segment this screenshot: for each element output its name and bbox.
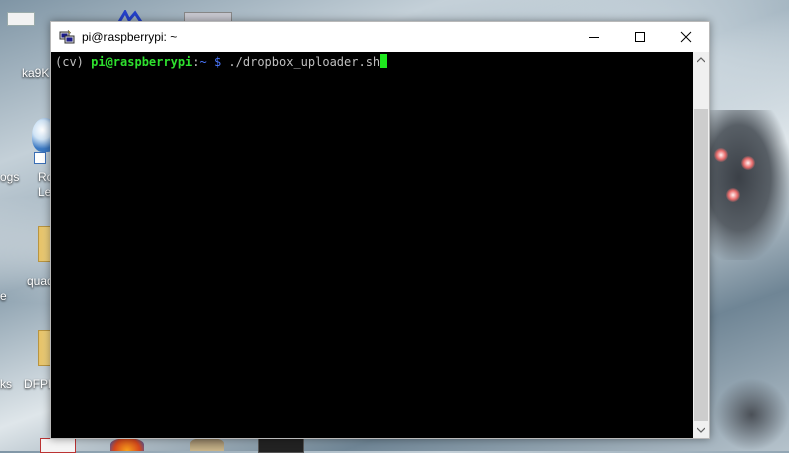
close-icon — [680, 31, 692, 43]
ship-light — [741, 156, 755, 170]
scrollbar-thumb[interactable] — [694, 109, 708, 421]
desktop-label[interactable]: ka9K — [22, 66, 49, 80]
firefox-icon[interactable] — [110, 438, 144, 451]
prompt-line: (cv) pi@raspberrypi:~ $ ./dropbox_upload… — [55, 54, 388, 70]
wallpaper-ship-lower — [714, 378, 789, 451]
gimp-icon[interactable] — [190, 438, 224, 451]
typed-command: ./dropbox_uploader.sh — [221, 55, 381, 69]
vertical-scrollbar[interactable] — [693, 52, 709, 438]
text-cursor — [380, 54, 388, 68]
chevron-up-icon — [697, 57, 705, 63]
desktop-label[interactable]: e — [0, 289, 7, 303]
scroll-down-button[interactable] — [693, 422, 709, 438]
window-title: pi@raspberrypi: ~ — [82, 30, 178, 44]
title-bar[interactable]: pi@raspberrypi: ~ — [51, 22, 709, 52]
maximize-icon — [635, 32, 645, 42]
scroll-up-button[interactable] — [693, 52, 709, 68]
chevron-down-icon — [697, 427, 705, 433]
prompt-colon: : — [192, 55, 200, 69]
desktop-label[interactable]: ks — [0, 377, 12, 391]
minimize-icon — [589, 37, 599, 38]
ship-light — [726, 188, 740, 202]
minimize-button[interactable] — [571, 22, 617, 52]
prompt-user-host: pi@raspberrypi — [91, 55, 193, 69]
terminal-area[interactable]: (cv) pi@raspberrypi:~ $ ./dropbox_upload… — [51, 52, 693, 438]
close-button[interactable] — [663, 22, 709, 52]
putty-window[interactable]: pi@raspberrypi: ~ (cv) pi@raspberrypi:~ … — [50, 21, 710, 439]
putty-icon[interactable] — [59, 29, 75, 45]
prompt-path: ~ $ — [199, 55, 222, 69]
venv-label: (cv) — [55, 55, 92, 69]
desktop-label[interactable]: DFPl — [24, 377, 51, 391]
maximize-button[interactable] — [617, 22, 663, 52]
ship-light — [714, 148, 728, 162]
desktop-file-icon[interactable] — [7, 12, 35, 26]
desktop-label[interactable]: ogs — [0, 170, 19, 184]
wallpaper-ship — [705, 110, 789, 260]
shortcut-arrow-icon — [34, 152, 46, 164]
